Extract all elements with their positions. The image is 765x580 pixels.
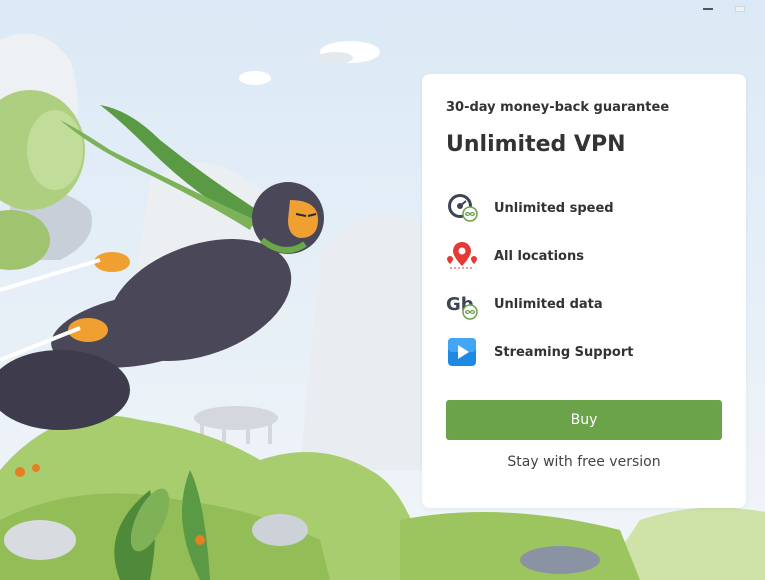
feature-unlimited-data: Gb Unlimited data: [446, 288, 603, 320]
offer-panel: 30-day money-back guarantee Unlimited VP…: [422, 74, 746, 508]
feature-streaming-support: Streaming Support: [446, 336, 633, 368]
speedometer-icon: [448, 194, 478, 222]
stay-free-link[interactable]: Stay with free version: [446, 454, 722, 470]
offer-title: Unlimited VPN: [446, 132, 626, 157]
data-icon: Gb: [446, 294, 478, 320]
location-pin-icon: [447, 242, 477, 269]
feature-label: All locations: [494, 248, 584, 264]
feature-all-locations: All locations: [446, 240, 584, 272]
feature-label: Streaming Support: [494, 344, 634, 360]
feature-label: Unlimited data: [494, 296, 603, 312]
close-button[interactable]: [733, 4, 747, 14]
play-icon: [448, 338, 476, 366]
minimize-button[interactable]: [701, 4, 715, 14]
feature-label: Unlimited speed: [494, 200, 614, 216]
guarantee-text: 30-day money-back guarantee: [446, 100, 670, 115]
feature-unlimited-speed: Unlimited speed: [446, 192, 614, 224]
buy-button[interactable]: Buy: [446, 400, 722, 440]
